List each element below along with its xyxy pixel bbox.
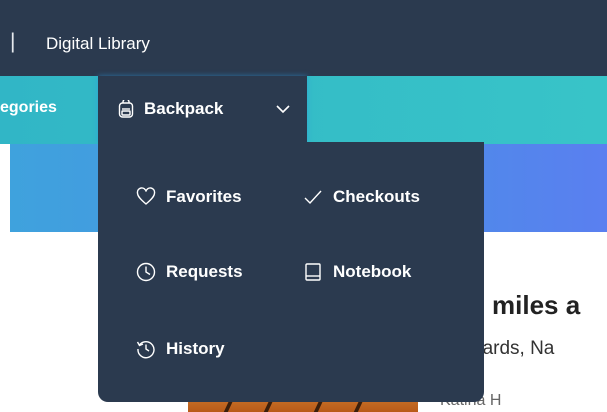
notebook-icon (305, 263, 321, 281)
header-separator: | (10, 30, 16, 53)
book-title[interactable]: miles a (492, 290, 580, 321)
backpack-dropdown: Favorites Checkouts Requests Notebook Hi… (98, 142, 484, 402)
backpack-icon (118, 100, 134, 118)
menu-item-requests[interactable]: Requests (136, 262, 243, 282)
menu-item-label: Requests (166, 262, 243, 281)
chevron-down-icon (276, 105, 290, 114)
menu-item-label: Checkouts (333, 187, 420, 206)
check-icon (304, 190, 322, 205)
nav-item-backpack[interactable]: Backpack (98, 76, 307, 144)
clock-icon (136, 262, 156, 282)
heart-icon (136, 187, 156, 205)
menu-item-notebook[interactable]: Notebook (303, 262, 411, 282)
menu-item-checkouts[interactable]: Checkouts (303, 187, 420, 207)
backpack-label: Backpack (144, 99, 224, 118)
menu-item-label: History (166, 339, 225, 358)
book-authors: hards, Na (472, 338, 555, 359)
menu-item-label: Favorites (166, 187, 242, 206)
history-icon (136, 341, 155, 359)
brand-title[interactable]: Digital Library (46, 34, 150, 54)
menu-item-label: Notebook (333, 262, 412, 281)
menu-item-favorites[interactable]: Favorites (136, 187, 242, 207)
top-header: | Digital Library (0, 0, 607, 76)
nav-item-categories[interactable]: egories (0, 99, 57, 117)
menu-item-history[interactable]: History (136, 339, 225, 359)
